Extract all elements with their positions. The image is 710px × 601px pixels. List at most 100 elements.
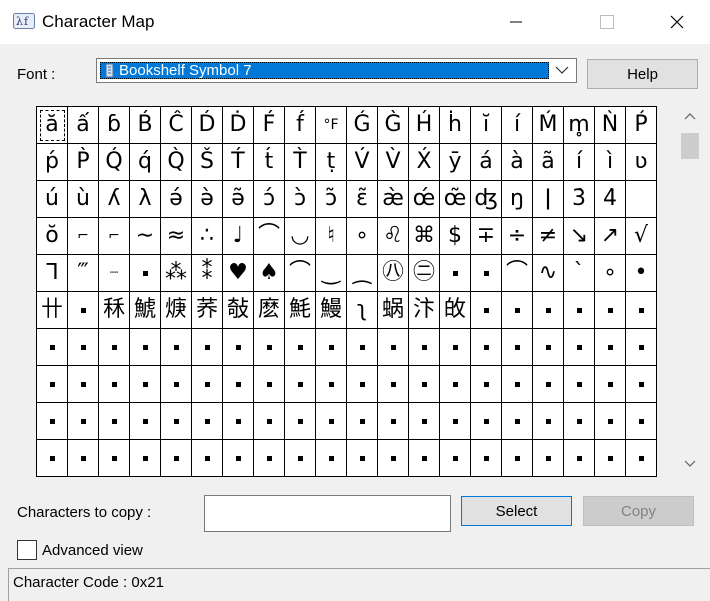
- character-cell[interactable]: [409, 366, 440, 403]
- character-cell[interactable]: [378, 440, 409, 477]
- character-cell[interactable]: ŏ: [37, 218, 68, 255]
- character-cell[interactable]: [595, 292, 626, 329]
- character-cell[interactable]: [68, 403, 99, 440]
- grid-scrollbar[interactable]: [680, 106, 700, 474]
- character-cell[interactable]: [471, 366, 502, 403]
- character-cell[interactable]: ə́: [161, 181, 192, 218]
- character-cell[interactable]: [192, 329, 223, 366]
- character-cell[interactable]: [285, 366, 316, 403]
- character-cell[interactable]: [626, 366, 657, 403]
- character-cell[interactable]: Š: [192, 144, 223, 181]
- character-cell[interactable]: [533, 403, 564, 440]
- scroll-down-button[interactable]: [680, 454, 700, 474]
- character-cell[interactable]: [502, 440, 533, 477]
- character-cell[interactable]: ∴: [192, 218, 223, 255]
- character-cell[interactable]: q́: [130, 144, 161, 181]
- character-cell[interactable]: [440, 329, 471, 366]
- character-cell[interactable]: [471, 440, 502, 477]
- character-cell[interactable]: [254, 440, 285, 477]
- help-button[interactable]: Help: [587, 59, 698, 89]
- character-cell[interactable]: ┈: [99, 255, 130, 292]
- character-cell[interactable]: [316, 403, 347, 440]
- character-cell[interactable]: ↘: [564, 218, 595, 255]
- character-cell[interactable]: ⁔: [347, 255, 378, 292]
- character-cell[interactable]: Q̀: [161, 144, 192, 181]
- character-cell[interactable]: [68, 329, 99, 366]
- character-cell[interactable]: ⌒: [285, 255, 316, 292]
- character-cell[interactable]: [161, 440, 192, 477]
- character-cell[interactable]: ì: [595, 144, 626, 181]
- character-cell[interactable]: ə̀: [192, 181, 223, 218]
- character-cell[interactable]: í: [564, 144, 595, 181]
- character-cell[interactable]: [595, 329, 626, 366]
- character-cell[interactable]: [378, 403, 409, 440]
- character-cell[interactable]: ă: [37, 107, 68, 144]
- character-cell[interactable]: [626, 440, 657, 477]
- character-cell[interactable]: ǀ: [533, 181, 564, 218]
- character-cell[interactable]: ɛ̃: [347, 181, 378, 218]
- character-cell[interactable]: ⌘: [409, 218, 440, 255]
- character-cell[interactable]: m̥: [564, 107, 595, 144]
- character-cell[interactable]: ⁂: [161, 255, 192, 292]
- character-cell[interactable]: ∓: [471, 218, 502, 255]
- character-cell[interactable]: [161, 366, 192, 403]
- character-cell[interactable]: f́: [285, 107, 316, 144]
- scroll-up-button[interactable]: [680, 106, 700, 126]
- character-cell[interactable]: [192, 403, 223, 440]
- character-cell[interactable]: ṭ: [316, 144, 347, 181]
- scroll-thumb[interactable]: [681, 133, 699, 159]
- character-cell[interactable]: [595, 366, 626, 403]
- character-cell[interactable]: [533, 366, 564, 403]
- character-cell[interactable]: á: [471, 144, 502, 181]
- character-cell[interactable]: [440, 255, 471, 292]
- character-cell[interactable]: œ̃: [440, 181, 471, 218]
- character-cell[interactable]: ṕ: [37, 144, 68, 181]
- character-cell[interactable]: 敧: [223, 292, 254, 329]
- character-cell[interactable]: Ṕ: [626, 107, 657, 144]
- close-button[interactable]: [654, 0, 700, 44]
- character-cell[interactable]: [409, 440, 440, 477]
- character-cell[interactable]: [533, 292, 564, 329]
- character-cell[interactable]: [378, 329, 409, 366]
- character-cell[interactable]: [130, 366, 161, 403]
- character-cell[interactable]: 卄: [37, 292, 68, 329]
- character-cell[interactable]: 焿: [161, 292, 192, 329]
- character-cell[interactable]: [471, 255, 502, 292]
- character-cell[interactable]: [502, 292, 533, 329]
- character-cell[interactable]: [161, 403, 192, 440]
- character-cell[interactable]: ù: [68, 181, 99, 218]
- character-cell[interactable]: Ḿ: [533, 107, 564, 144]
- character-cell[interactable]: [37, 366, 68, 403]
- character-cell[interactable]: ú: [37, 181, 68, 218]
- character-cell[interactable]: X́: [409, 144, 440, 181]
- character-cell[interactable]: 魹: [285, 292, 316, 329]
- character-cell[interactable]: [409, 403, 440, 440]
- characters-to-copy-input[interactable]: [204, 495, 451, 532]
- character-cell[interactable]: [347, 440, 378, 477]
- character-cell[interactable]: [223, 329, 254, 366]
- character-cell[interactable]: [99, 329, 130, 366]
- character-cell[interactable]: ♮: [316, 218, 347, 255]
- character-cell[interactable]: ˋ: [564, 255, 595, 292]
- character-cell[interactable]: T́: [223, 144, 254, 181]
- character-cell[interactable]: [564, 366, 595, 403]
- character-cell[interactable]: [595, 403, 626, 440]
- character-cell[interactable]: ⌒: [502, 255, 533, 292]
- character-cell[interactable]: P̀: [68, 144, 99, 181]
- character-cell[interactable]: [533, 440, 564, 477]
- character-cell[interactable]: ≈: [161, 218, 192, 255]
- character-cell[interactable]: F́: [254, 107, 285, 144]
- character-cell[interactable]: [440, 403, 471, 440]
- character-cell[interactable]: °F: [316, 107, 347, 144]
- character-cell[interactable]: ‴: [68, 255, 99, 292]
- character-cell[interactable]: ⌒: [254, 218, 285, 255]
- character-cell[interactable]: 秝: [99, 292, 130, 329]
- character-cell[interactable]: λ: [130, 181, 161, 218]
- character-cell[interactable]: G̀: [378, 107, 409, 144]
- character-cell[interactable]: [223, 366, 254, 403]
- character-cell[interactable]: ⌐: [68, 218, 99, 255]
- character-cell[interactable]: [192, 366, 223, 403]
- character-cell[interactable]: $: [440, 218, 471, 255]
- character-cell[interactable]: [254, 403, 285, 440]
- character-cell[interactable]: [533, 329, 564, 366]
